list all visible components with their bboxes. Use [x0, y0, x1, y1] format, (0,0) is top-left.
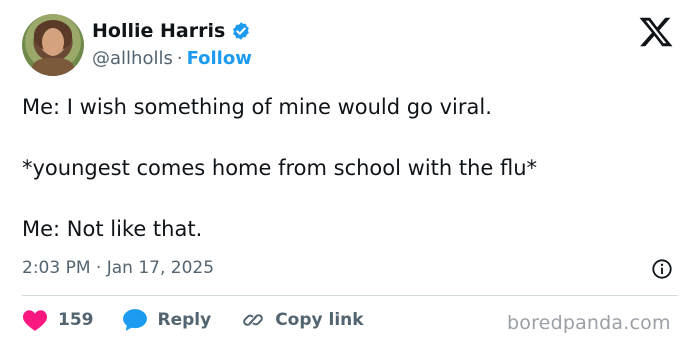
author-name-row: Hollie Harris	[92, 20, 251, 42]
tweet-line: Me: I wish something of mine would go vi…	[22, 95, 492, 119]
verified-badge-icon	[231, 21, 251, 41]
link-icon	[241, 308, 265, 332]
tweet-line: *youngest comes home from school with th…	[22, 156, 538, 180]
author-handle-row: @allholls · Follow	[92, 48, 252, 69]
avatar[interactable]	[22, 14, 84, 76]
tweet-timestamp[interactable]: 2:03 PM · Jan 17, 2025	[22, 258, 214, 278]
tweet-line: Me: Not like that.	[22, 217, 203, 241]
tweet-text: Me: I wish something of mine would go vi…	[22, 92, 672, 275]
x-logo-icon[interactable]	[638, 14, 674, 50]
divider	[22, 295, 678, 296]
reply-button[interactable]: Reply	[122, 308, 212, 332]
heart-icon	[22, 308, 48, 332]
separator-dot: ·	[176, 48, 183, 69]
author-name[interactable]: Hollie Harris	[92, 20, 225, 42]
follow-button[interactable]: Follow	[187, 48, 252, 69]
like-count: 159	[58, 310, 94, 330]
tweet-actions: 159 Reply Copy link	[22, 308, 364, 332]
copy-link-label: Copy link	[275, 310, 364, 330]
speech-bubble-icon	[122, 308, 148, 332]
watermark: boredpanda.com	[507, 312, 671, 334]
author-handle[interactable]: @allholls	[92, 48, 173, 69]
info-icon[interactable]	[651, 258, 673, 280]
like-button[interactable]: 159	[22, 308, 94, 332]
reply-label: Reply	[157, 310, 212, 330]
copy-link-button[interactable]: Copy link	[241, 308, 364, 332]
